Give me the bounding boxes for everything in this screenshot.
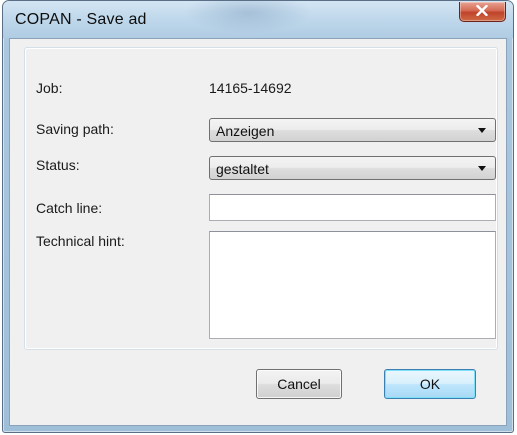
catch-line-input[interactable]: [209, 194, 496, 221]
chevron-down-icon: [478, 166, 486, 171]
close-icon: [476, 5, 488, 16]
ok-button[interactable]: OK: [384, 369, 476, 399]
catch-line-label: Catch line:: [36, 200, 103, 216]
job-label: Job:: [36, 80, 63, 96]
technical-hint-textarea[interactable]: [209, 231, 496, 339]
saving-path-label: Saving path:: [36, 121, 114, 137]
window-title: COPAN - Save ad: [15, 11, 147, 28]
status-select[interactable]: gestaltet: [209, 156, 496, 180]
saving-path-selected: Anzeigen: [216, 123, 275, 139]
saving-path-select[interactable]: Anzeigen: [209, 118, 496, 142]
dialog-window: COPAN - Save ad Job: 14165-14692 Saving …: [2, 0, 514, 433]
form-panel: Job: 14165-14692 Saving path: Anzeigen S…: [24, 47, 498, 350]
cancel-button[interactable]: Cancel: [256, 369, 342, 399]
status-label: Status:: [36, 157, 80, 173]
technical-hint-label: Technical hint:: [36, 233, 125, 249]
status-selected: gestaltet: [216, 161, 269, 177]
job-value: 14165-14692: [209, 80, 292, 96]
title-bar[interactable]: COPAN - Save ad: [3, 1, 513, 38]
chevron-down-icon: [478, 128, 486, 133]
dialog-client-area: Job: 14165-14692 Saving path: Anzeigen S…: [9, 38, 507, 426]
close-button[interactable]: [459, 2, 506, 22]
